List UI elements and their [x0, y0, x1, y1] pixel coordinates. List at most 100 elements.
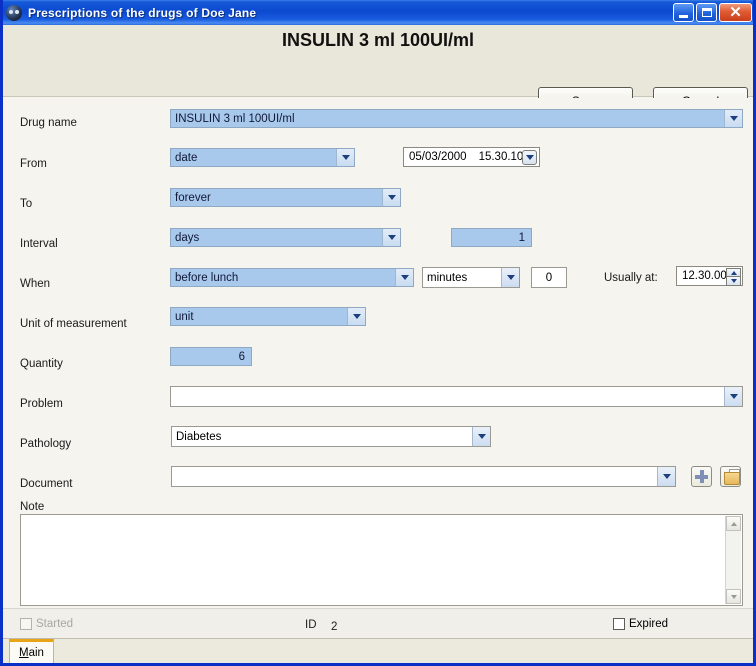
started-checkbox-label: Started: [36, 618, 74, 630]
usually-at-value: 12.30.00: [682, 270, 727, 282]
pathology-label: Pathology: [20, 438, 72, 450]
interval-unit-combobox[interactable]: days: [170, 228, 401, 247]
chevron-down-icon: [506, 275, 515, 280]
tab-main-accel: M: [19, 646, 29, 659]
folder-document-icon: [724, 472, 740, 485]
interval-unit-dropdown-arrow[interactable]: [382, 229, 400, 246]
started-checkbox-box: [20, 618, 32, 630]
usually-at-spinner[interactable]: 12.30.00: [676, 266, 743, 286]
chevron-down-icon: [730, 279, 737, 283]
note-scrollbar[interactable]: [725, 516, 741, 604]
unit-of-measurement-dropdown-arrow[interactable]: [347, 308, 365, 325]
header-band: INSULIN 3 ml 100UI/ml Save Cancel: [3, 25, 753, 115]
from-label: From: [20, 158, 47, 170]
from-time-value: 15.30.10: [478, 151, 524, 163]
chevron-down-icon: [730, 594, 737, 599]
interval-label: Interval: [20, 238, 58, 250]
quantity-field[interactable]: 6: [170, 347, 252, 366]
window-controls: ✕: [673, 3, 752, 22]
document-add-button[interactable]: [691, 466, 712, 487]
pathology-combobox[interactable]: Diabetes: [171, 426, 491, 447]
when-offset-value-field[interactable]: 0: [531, 267, 567, 288]
document-dropdown-arrow[interactable]: [657, 467, 675, 486]
unit-of-measurement-label: Unit of measurement: [20, 318, 127, 330]
when-offset-unit-combobox[interactable]: minutes: [422, 267, 520, 288]
from-datetime-dropdown-arrow[interactable]: [522, 150, 537, 165]
chevron-down-icon: [729, 394, 738, 399]
to-dropdown-arrow[interactable]: [382, 189, 400, 206]
chevron-up-icon: [730, 270, 737, 275]
tab-main[interactable]: Main: [9, 639, 54, 663]
tab-main-label: Main: [19, 647, 44, 659]
document-combobox[interactable]: [171, 466, 676, 487]
drug-name-value: INSULIN 3 ml 100UI/ml: [175, 112, 295, 125]
drug-name-dropdown-arrow[interactable]: [724, 110, 742, 127]
chevron-down-icon: [387, 235, 396, 240]
unit-of-measurement-combobox[interactable]: unit: [170, 307, 366, 326]
chevron-up-icon: [730, 521, 737, 526]
minimize-button[interactable]: [673, 3, 694, 22]
window-title: Prescriptions of the drugs of Doe Jane: [28, 5, 257, 20]
document-browse-button[interactable]: [720, 466, 741, 487]
note-scroll-up-button[interactable]: [726, 516, 741, 531]
when-combobox[interactable]: before lunch: [170, 268, 414, 287]
problem-dropdown-arrow[interactable]: [724, 387, 742, 406]
tab-main-rest: ain: [28, 646, 44, 659]
chevron-down-icon: [729, 116, 738, 121]
chevron-down-icon: [352, 314, 361, 319]
started-checkbox: Started: [20, 618, 73, 630]
maximize-button[interactable]: [696, 3, 717, 22]
note-value: [21, 515, 742, 521]
when-dropdown-arrow[interactable]: [395, 269, 413, 286]
pathology-dropdown-arrow[interactable]: [472, 427, 490, 446]
drug-name-combobox[interactable]: INSULIN 3 ml 100UI/ml: [170, 109, 743, 128]
unit-of-measurement-value: unit: [175, 310, 194, 323]
chevron-down-icon: [662, 474, 671, 479]
expired-checkbox[interactable]: Expired: [613, 618, 668, 630]
when-offset-unit-dropdown-arrow[interactable]: [501, 268, 519, 287]
when-offset-value: 0: [545, 271, 553, 284]
to-combobox[interactable]: forever: [170, 188, 401, 207]
chevron-down-icon: [400, 275, 409, 280]
window-titlebar[interactable]: Prescriptions of the drugs of Doe Jane ✕: [3, 0, 753, 25]
page-title: INSULIN 3 ml 100UI/ml: [281, 30, 475, 50]
tab-strip: Main: [3, 638, 753, 663]
to-label: To: [20, 198, 33, 210]
when-label: When: [20, 278, 51, 290]
interval-unit-value: days: [175, 231, 200, 244]
interval-count-field[interactable]: 1: [451, 228, 532, 247]
plus-icon-vertical: [700, 470, 704, 483]
expired-checkbox-label: Expired: [629, 618, 668, 630]
note-scroll-down-button[interactable]: [726, 589, 741, 604]
to-value: forever: [175, 191, 211, 204]
from-mode-combobox[interactable]: date: [170, 148, 355, 167]
spinner-up-button[interactable]: [726, 268, 741, 277]
when-value: before lunch: [175, 271, 239, 284]
drug-name-label: Drug name: [20, 117, 77, 129]
id-value: 2: [331, 621, 338, 633]
chevron-down-icon: [387, 195, 396, 200]
spinner-down-button[interactable]: [726, 277, 741, 286]
quantity-label: Quantity: [20, 358, 63, 370]
problem-label: Problem: [20, 398, 63, 410]
chevron-down-icon: [477, 434, 486, 439]
chevron-down-icon: [341, 155, 350, 160]
from-datetime-field[interactable]: 05/03/2000 15.30.10: [403, 147, 540, 167]
form-area: Drug name INSULIN 3 ml 100UI/ml From dat…: [3, 98, 753, 606]
interval-count-value: 1: [518, 231, 525, 244]
from-date-value: 05/03/2000: [409, 151, 467, 163]
document-label: Document: [20, 478, 73, 490]
minimize-icon: [679, 15, 688, 18]
expired-checkbox-box[interactable]: [613, 618, 625, 630]
prescription-window: Prescriptions of the drugs of Doe Jane ✕…: [0, 0, 756, 666]
from-mode-dropdown-arrow[interactable]: [336, 149, 354, 166]
usually-at-label: Usually at:: [604, 272, 658, 284]
close-button[interactable]: ✕: [719, 3, 752, 22]
note-textarea[interactable]: [20, 514, 743, 606]
when-offset-unit-value: minutes: [427, 271, 468, 284]
app-circle-icon: [6, 4, 22, 21]
usually-at-spin-buttons: [726, 268, 741, 286]
id-label: ID: [305, 619, 317, 631]
maximize-icon: [702, 8, 712, 17]
problem-combobox[interactable]: [170, 386, 743, 407]
